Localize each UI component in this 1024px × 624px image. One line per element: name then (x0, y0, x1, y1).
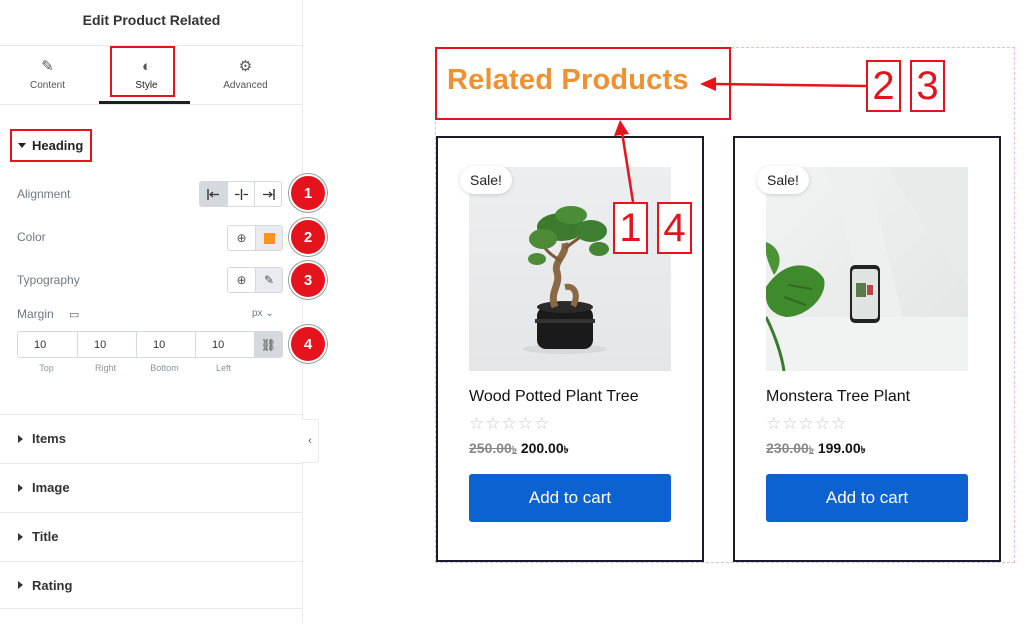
step-badge-2: 2 (289, 218, 327, 256)
section-title-label: Title (32, 529, 59, 544)
product-card[interactable]: Sale! Monstera Tree Plant ☆☆☆☆☆ 230.00৳ 1… (733, 136, 1001, 562)
panel-title: Edit Product Related (82, 12, 221, 28)
heading-highlight (435, 47, 731, 120)
color-control: ⊕ (227, 225, 283, 251)
color-picker-button[interactable] (255, 226, 282, 250)
typography-control: ⊕ ✎ (227, 267, 283, 293)
section-heading-toggle[interactable]: Heading (18, 138, 83, 153)
chevron-left-icon: ‹ (308, 435, 312, 447)
annotation-number-4: 4 (657, 202, 692, 254)
margin-left-input[interactable]: 10 (195, 332, 254, 357)
margin-top-label: Top (39, 363, 54, 373)
section-items-label: Items (32, 431, 66, 446)
align-right-icon (262, 188, 275, 200)
annotation-number-3: 3 (910, 60, 945, 112)
sale-price: 199.00৳ (818, 440, 866, 456)
product-title[interactable]: Monstera Tree Plant (766, 388, 910, 406)
align-right-button[interactable] (254, 182, 281, 206)
divider (0, 104, 303, 105)
currency-symbol: ৳ (808, 445, 814, 456)
star-rating: ☆☆☆☆☆ (469, 414, 551, 433)
section-rating-toggle[interactable]: Rating (0, 561, 303, 609)
caret-right-icon (18, 483, 23, 492)
tab-advanced[interactable]: ⚙ Advanced (198, 58, 293, 91)
margin-inputs: 10 10 10 10 ⛓ (17, 331, 283, 358)
sale-price-value: 199.00 (817, 440, 861, 456)
margin-left-label: Left (215, 363, 231, 373)
margin-top-input[interactable]: 10 (18, 332, 77, 357)
product-title[interactable]: Wood Potted Plant Tree (469, 388, 639, 406)
unit-value: px (252, 308, 263, 319)
margin-right-input[interactable]: 10 (77, 332, 136, 357)
link-values-button[interactable]: ⛓ (254, 332, 282, 357)
tab-advanced-label: Advanced (223, 80, 268, 91)
gear-icon: ⚙ (238, 58, 253, 75)
margin-unit-select[interactable]: px ⌄ (252, 308, 274, 319)
product-price: 230.00৳ 199.00৳ (766, 440, 866, 460)
tab-content[interactable]: ✎ Content (0, 58, 95, 91)
globe-icon: ⊕ (236, 273, 247, 287)
pencil-icon: ✎ (41, 58, 54, 75)
globe-icon: ⊕ (236, 231, 247, 245)
currency-symbol: ৳ (860, 445, 866, 456)
color-swatch (263, 232, 275, 244)
step-badge-3: 3 (289, 261, 327, 299)
annotation-number-1: 1 (613, 202, 648, 254)
bonsai-image (469, 167, 671, 371)
sale-badge: Sale! (460, 166, 512, 194)
editor-panel: Edit Product Related ✎ Content ◐ Style ⚙… (0, 0, 303, 624)
product-card[interactable]: Sale! Wood Potted Plant Tree ☆☆☆☆☆ 250.0… (436, 136, 704, 562)
alignment-label: Alignment (17, 187, 71, 201)
section-image-toggle[interactable]: Image (0, 463, 303, 511)
section-title-toggle[interactable]: Title (0, 512, 303, 560)
alignment-control (199, 181, 282, 207)
sale-price-value: 200.00 (520, 440, 564, 456)
add-to-cart-button[interactable]: Add to cart (469, 474, 671, 522)
link-icon: ⛓ (260, 337, 277, 352)
section-items-toggle[interactable]: Items (0, 414, 303, 462)
section-image-label: Image (32, 480, 70, 495)
annotation-number-2: 2 (866, 60, 901, 112)
product-price: 250.00৳ 200.00৳ (469, 440, 569, 460)
currency-symbol: ৳ (563, 445, 569, 456)
monstera-image (766, 167, 968, 371)
align-center-button[interactable] (227, 182, 254, 206)
caret-right-icon (18, 581, 23, 589)
currency-symbol: ৳ (511, 445, 517, 456)
align-center-icon (234, 188, 248, 200)
collapse-panel-button[interactable]: ‹ (302, 419, 319, 463)
style-tab-highlight (110, 46, 175, 97)
caret-right-icon (18, 434, 23, 443)
tab-content-label: Content (29, 80, 66, 91)
typography-label: Typography (17, 273, 80, 287)
add-to-cart-button[interactable]: Add to cart (766, 474, 968, 522)
old-price: 230.00৳ (766, 440, 814, 456)
sale-price: 200.00৳ (521, 440, 569, 456)
pencil-icon: ✎ (263, 273, 275, 287)
old-price-value: 250.00 (469, 440, 512, 456)
align-left-icon (207, 188, 219, 200)
section-rating-label: Rating (32, 577, 73, 593)
product-image-monstera[interactable] (766, 167, 968, 371)
old-price-value: 230.00 (766, 440, 809, 456)
margin-bottom-input[interactable]: 10 (136, 332, 195, 357)
color-label: Color (17, 230, 46, 244)
step-badge-4: 4 (289, 325, 327, 363)
margin-label: Margin (17, 307, 54, 321)
caret-right-icon (18, 532, 23, 541)
product-image-bonsai[interactable] (469, 167, 671, 371)
old-price: 250.00৳ (469, 440, 517, 456)
margin-right-label: Right (94, 363, 116, 373)
align-left-button[interactable] (200, 182, 227, 206)
step-badge-1: 1 (289, 174, 327, 212)
margin-bottom-label: Bottom (150, 363, 179, 373)
global-color-button[interactable]: ⊕ (228, 226, 255, 250)
sale-badge: Sale! (757, 166, 809, 194)
desktop-icon[interactable]: ▭ (69, 308, 79, 321)
global-typography-button[interactable]: ⊕ (228, 268, 255, 292)
star-rating: ☆☆☆☆☆ (766, 414, 848, 433)
caret-down-icon (18, 143, 26, 148)
typography-edit-button[interactable]: ✎ (255, 268, 282, 292)
section-heading-label: Heading (32, 138, 84, 153)
